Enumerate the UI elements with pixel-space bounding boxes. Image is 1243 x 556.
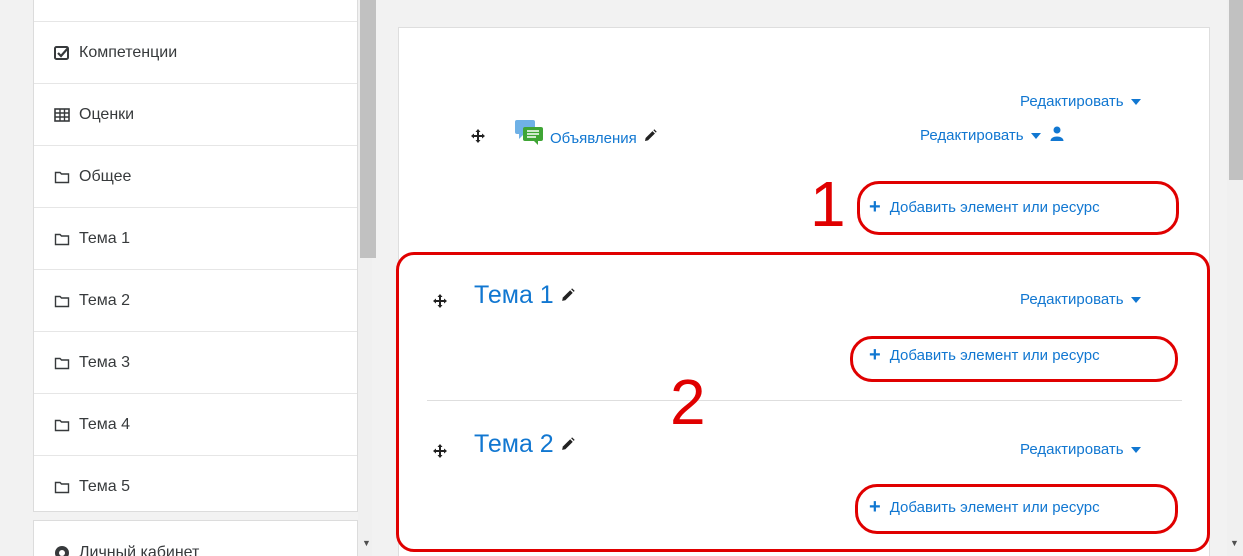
sidebar-item-label: Тема 3: [79, 353, 131, 371]
sidebar-item-label: Тема 4: [79, 415, 131, 433]
sidebar-item-label: Личный кабинет: [79, 544, 200, 556]
topic-1-edit-menu[interactable]: Редактировать: [1020, 291, 1141, 308]
sidebar-item-label: Компетенции: [79, 43, 178, 61]
sidebar-item-grades[interactable]: Оценки: [34, 83, 357, 145]
add-activity-label: Добавить элемент или ресурс: [889, 198, 1100, 216]
sidebar-item-topic-4[interactable]: Тема 4: [34, 393, 357, 455]
folder-icon: [54, 479, 70, 495]
activity-edit-menu[interactable]: Редактировать: [920, 126, 1064, 145]
sidebar-item-label: Общее: [79, 167, 132, 185]
topic-1-add-activity-link[interactable]: + Добавить элемент или ресурс: [869, 345, 1100, 365]
folder-icon: [54, 355, 70, 371]
sidebar-item-topic-5[interactable]: Тема 5: [34, 455, 357, 517]
move-icon[interactable]: [432, 443, 448, 459]
sidebar-item-dashboard[interactable]: Личный кабинет: [34, 533, 357, 556]
dashboard-icon: [54, 545, 70, 556]
add-activity-link[interactable]: + Добавить элемент или ресурс: [869, 197, 1100, 217]
edit-menu-label: Редактировать: [920, 127, 1024, 144]
folder-icon: [54, 169, 70, 185]
sidebar-item-general[interactable]: Общее: [34, 145, 357, 207]
secondary-nav: Личный кабинет: [33, 520, 358, 556]
page-scrollbar-thumb[interactable]: [1229, 0, 1243, 180]
folder-icon: [54, 417, 70, 433]
sidebar-item-topic-1[interactable]: Тема 1: [34, 207, 357, 269]
add-activity-label: Добавить элемент или ресурс: [889, 498, 1100, 516]
sidebar-scrollbar-thumb[interactable]: [360, 0, 376, 258]
caret-down-icon: [1130, 296, 1141, 303]
folder-icon: [54, 293, 70, 309]
edit-menu-label: Редактировать: [1020, 291, 1124, 308]
scroll-down-arrow-icon[interactable]: ▼: [362, 538, 371, 548]
plus-icon: +: [869, 344, 881, 366]
course-nav: Компетенции Оценки Общее Тема 1 Тема 2 Т…: [33, 0, 358, 512]
table-icon: [54, 107, 70, 123]
sidebar-item-label: Тема 1: [79, 229, 131, 247]
caret-down-icon: [1130, 98, 1141, 105]
sidebar-item-competencies[interactable]: Компетенции: [34, 21, 357, 83]
pencil-icon[interactable]: [560, 281, 575, 310]
section-edit-menu[interactable]: Редактировать: [1020, 93, 1141, 110]
edit-menu-label: Редактировать: [1020, 441, 1124, 458]
announcements-link[interactable]: Объявления: [550, 130, 637, 147]
forum-icon: [513, 118, 545, 146]
user-icon[interactable]: [1050, 126, 1064, 145]
section-divider: [427, 400, 1182, 401]
topic-title-link[interactable]: Тема 2: [474, 430, 554, 459]
announcements-activity[interactable]: Объявления: [550, 129, 657, 147]
caret-down-icon: [1130, 446, 1141, 453]
pencil-icon[interactable]: [643, 129, 657, 147]
topic-2-edit-menu[interactable]: Редактировать: [1020, 441, 1141, 458]
sidebar-item-label: Оценки: [79, 105, 135, 123]
add-activity-label: Добавить элемент или ресурс: [889, 346, 1100, 364]
annotation-number-2: 2: [670, 366, 706, 438]
sidebar-item-topic-2[interactable]: Тема 2: [34, 269, 357, 331]
caret-down-icon: [1030, 132, 1041, 139]
move-icon[interactable]: [432, 293, 448, 309]
sidebar-item-topic-3[interactable]: Тема 3: [34, 331, 357, 393]
plus-icon: +: [869, 196, 881, 218]
annotation-number-1: 1: [810, 168, 846, 240]
folder-icon: [54, 231, 70, 247]
pencil-icon[interactable]: [560, 430, 575, 459]
move-icon[interactable]: [470, 128, 486, 144]
topic-2-title[interactable]: Тема 2: [474, 430, 575, 459]
edit-menu-label: Редактировать: [1020, 93, 1124, 110]
plus-icon: +: [869, 496, 881, 518]
checkbox-icon: [54, 45, 70, 61]
sidebar-item-label: Тема 5: [79, 477, 131, 495]
topic-title-link[interactable]: Тема 1: [474, 281, 554, 310]
course-sidebar: Компетенции Оценки Общее Тема 1 Тема 2 Т…: [0, 0, 376, 556]
topic-2-add-activity-link[interactable]: + Добавить элемент или ресурс: [869, 497, 1100, 517]
topic-1-title[interactable]: Тема 1: [474, 281, 575, 310]
sidebar-item-label: Тема 2: [79, 291, 131, 309]
scroll-down-arrow-icon[interactable]: ▼: [1230, 538, 1239, 548]
